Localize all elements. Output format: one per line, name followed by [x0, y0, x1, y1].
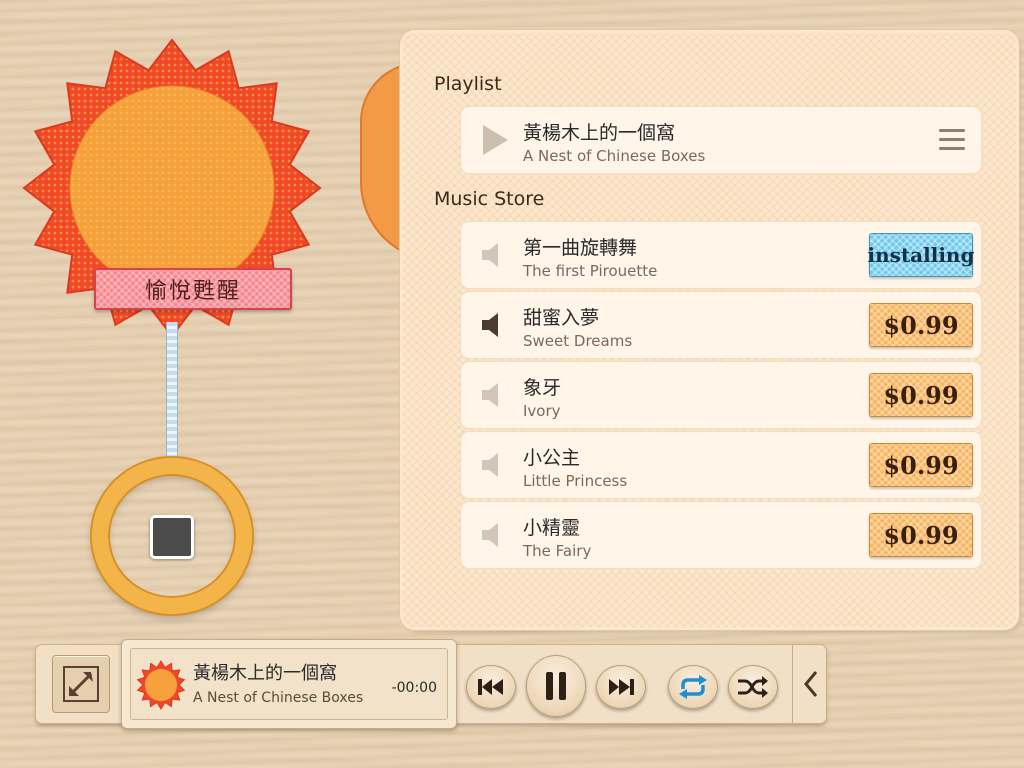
music-panel: Playlist 黃楊木上的一個窩 A Nest of Chinese Boxe…: [403, 33, 1016, 627]
music-store-heading: Music Store: [434, 188, 545, 210]
expand-button[interactable]: [52, 655, 110, 713]
speaker-icon: [482, 243, 498, 267]
menu-icon[interactable]: [939, 129, 965, 151]
pause-button[interactable]: [526, 655, 586, 717]
alarm-label[interactable]: 愉悅甦醒: [94, 268, 292, 310]
store-item-title: 甜蜜入夢: [523, 307, 600, 329]
store-item-subtitle: Sweet Dreams: [523, 332, 633, 350]
store-item-subtitle: The Fairy: [523, 542, 592, 560]
collapse-button[interactable]: [796, 645, 826, 723]
now-playing-panel[interactable]: 黃楊木上的一個窩 A Nest of Chinese Boxes -00:00: [121, 639, 457, 729]
playlist-item-title: 黃楊木上的一個窩: [523, 122, 676, 144]
store-item[interactable]: 小公主 Little Princess $0.99: [461, 432, 981, 498]
buy-button[interactable]: $0.99: [869, 443, 973, 487]
speaker-icon: [482, 313, 498, 337]
installing-button[interactable]: installing: [868, 233, 974, 277]
store-item[interactable]: 第一曲旋轉舞 The first Pirouette installing: [461, 222, 981, 288]
store-item-subtitle: The first Pirouette: [523, 262, 658, 280]
sun-icon: [136, 660, 186, 710]
speaker-icon: [482, 383, 498, 407]
store-item[interactable]: 小精靈 The Fairy $0.99: [461, 502, 981, 568]
chevron-left-icon: [804, 671, 818, 697]
repeat-icon: [679, 675, 707, 699]
store-item-title: 小公主: [523, 447, 581, 469]
expand-icon: [63, 666, 99, 702]
next-button[interactable]: [596, 665, 646, 709]
stop-button[interactable]: [150, 515, 194, 559]
previous-button[interactable]: [466, 665, 516, 709]
now-playing-info: 黃楊木上的一個窩 A Nest of Chinese Boxes -00:00: [130, 648, 448, 720]
buy-button[interactable]: $0.99: [869, 303, 973, 347]
store-item[interactable]: 甜蜜入夢 Sweet Dreams $0.99: [461, 292, 981, 358]
skip-next-icon: [609, 679, 634, 695]
pause-icon: [546, 672, 566, 700]
repeat-button[interactable]: [668, 665, 718, 709]
shuffle-button[interactable]: [728, 665, 778, 709]
playlist-heading: Playlist: [434, 73, 502, 95]
buy-button[interactable]: $0.99: [869, 513, 973, 557]
store-item-title: 象牙: [523, 377, 562, 399]
track-time: -00:00: [391, 680, 437, 696]
store-item-title: 小精靈: [523, 517, 581, 539]
speaker-icon: [482, 453, 498, 477]
buy-button[interactable]: $0.99: [869, 373, 973, 417]
speaker-icon: [482, 523, 498, 547]
playlist-item[interactable]: 黃楊木上的一個窩 A Nest of Chinese Boxes: [461, 107, 981, 173]
player-bar: 黃楊木上的一個窩 A Nest of Chinese Boxes -00:00: [36, 639, 826, 729]
now-playing-title: 黃楊木上的一個窩: [193, 663, 337, 684]
store-item-title: 第一曲旋轉舞: [523, 237, 638, 259]
store-item[interactable]: 象牙 Ivory $0.99: [461, 362, 981, 428]
play-icon[interactable]: [481, 124, 509, 156]
shuffle-icon: [738, 676, 768, 698]
playlist-item-subtitle: A Nest of Chinese Boxes: [523, 147, 706, 165]
sun-alarm-widget[interactable]: 愉悅甦醒: [22, 38, 322, 338]
now-playing-subtitle: A Nest of Chinese Boxes: [193, 690, 364, 706]
store-item-subtitle: Ivory: [523, 402, 561, 420]
pull-cord: [166, 322, 178, 464]
skip-previous-icon: [478, 679, 503, 695]
bar-divider: [792, 645, 793, 723]
store-item-subtitle: Little Princess: [523, 472, 628, 490]
